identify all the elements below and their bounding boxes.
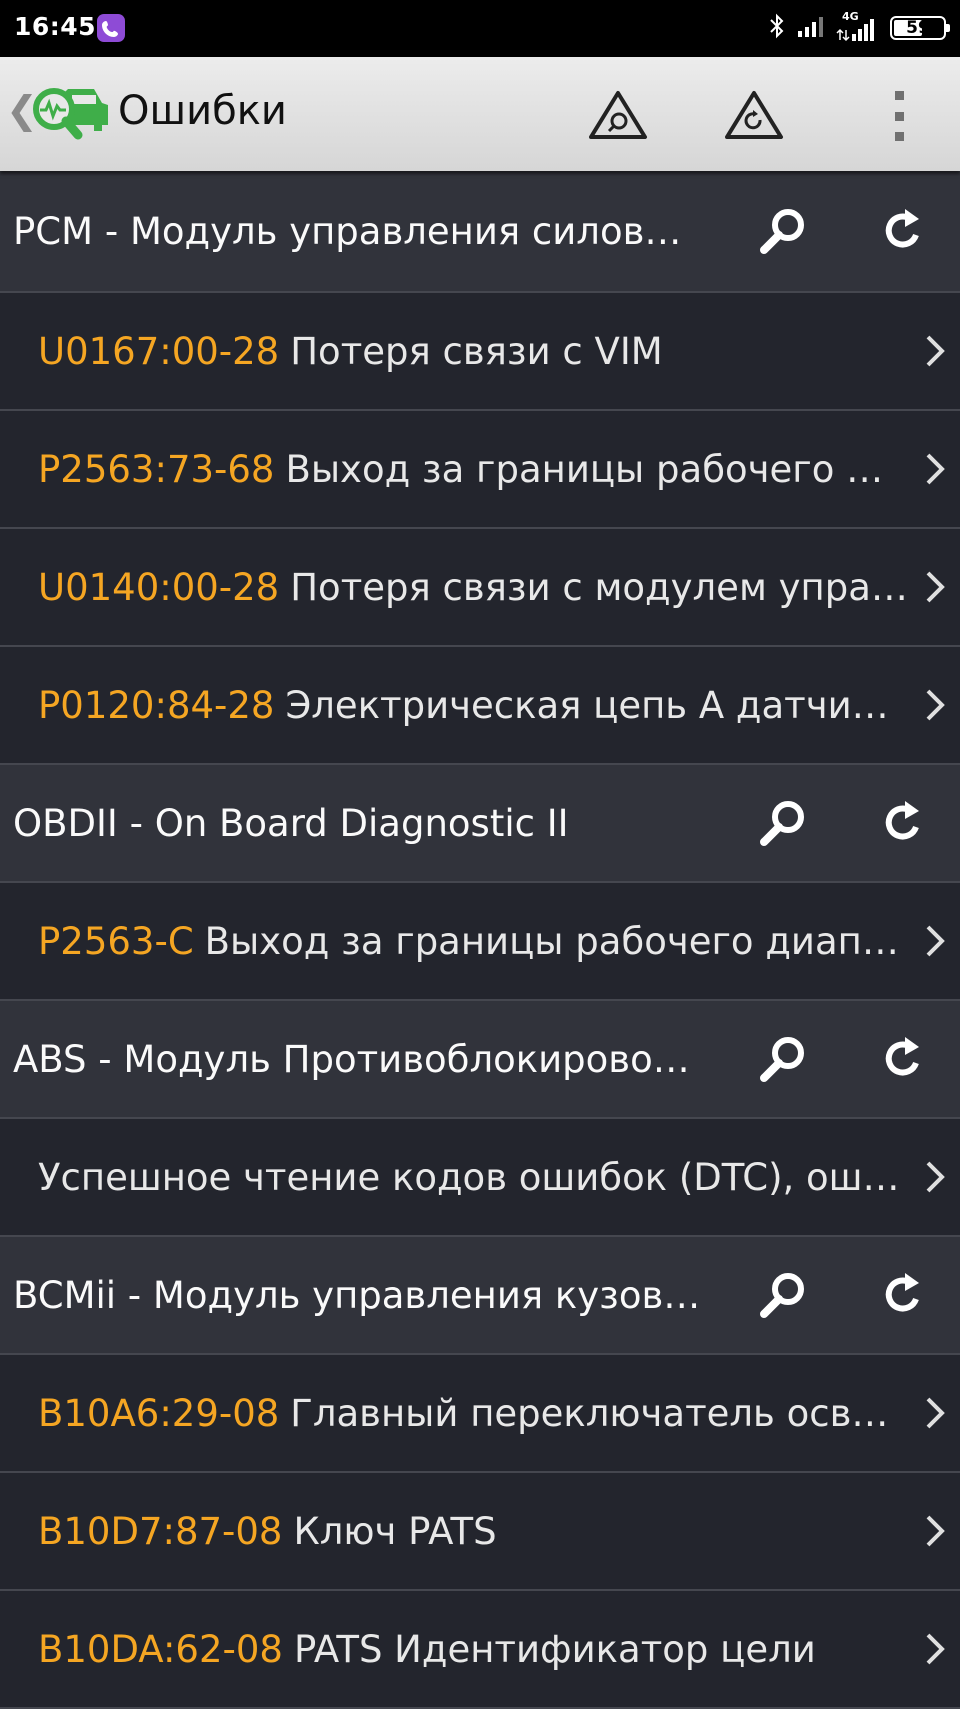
dtc-code: B10DA:62-08 [38, 1627, 283, 1671]
module-refresh-icon[interactable] [873, 793, 933, 853]
dtc-code: U0140:00-28 [38, 565, 280, 609]
dtc-description: Электрическая цепь А датчика положения [285, 683, 908, 727]
dtc-description: Ключ PATS [293, 1509, 497, 1553]
dtc-row[interactable]: P2563:73-68Выход за границы рабочего диа… [0, 411, 960, 529]
module-search-icon[interactable] [754, 201, 814, 261]
chevron-right-icon [922, 449, 948, 489]
dtc-code: P2563:73-68 [38, 447, 275, 491]
module-header[interactable]: ABS - Модуль Противоблокировочной систем… [0, 1001, 960, 1119]
dtc-row[interactable]: U0140:00-28Потеря связи с модулем управл… [0, 529, 960, 647]
dtc-row[interactable]: B10D7:87-08 Ключ PATS [0, 1473, 960, 1591]
chevron-right-icon [922, 567, 948, 607]
battery-icon: 59 [890, 16, 950, 40]
dtc-row[interactable]: P2563-C Выход за границы рабочего диапазо… [0, 883, 960, 1001]
status-bar: 16:45 4G 59 [0, 0, 960, 57]
dtc-label: B10DA:62-08 PATS Идентификатор цели [38, 1628, 908, 1671]
dtc-row[interactable]: B10A6:29-08Главный переключатель освещен… [0, 1355, 960, 1473]
module-name: PCM - Модуль управления силовым агрегато… [13, 209, 703, 253]
dtc-code: B10A6:29-08 [38, 1391, 280, 1435]
chevron-right-icon [922, 1629, 948, 1669]
dtc-row[interactable]: P0120:84-28 Электрическая цепь А датчика … [0, 647, 960, 765]
more-options-icon[interactable] [892, 91, 906, 141]
chevron-right-icon [922, 921, 948, 961]
bluetooth-icon [768, 12, 786, 44]
dtc-row[interactable]: Успешное чтение кодов ошибок (DTC), ошиб… [0, 1119, 960, 1237]
dtc-label: P0120:84-28 Электрическая цепь А датчика … [38, 684, 908, 727]
module-name: BCMii - Модуль управления кузовом [13, 1273, 703, 1317]
dtc-code: P0120:84-28 [38, 683, 275, 727]
dtc-label: B10A6:29-08Главный переключатель освещен… [38, 1392, 908, 1435]
dtc-description: Потеря связи с модулем управления кузово… [290, 565, 908, 609]
dtc-code: U0167:00-28 [38, 329, 280, 373]
dtc-label: U0167:00-28 Потеря связи с VIM [38, 330, 908, 373]
dtc-label: P2563-C Выход за границы рабочего диапазо… [38, 920, 908, 963]
battery-percent: 59 [906, 18, 930, 38]
chevron-right-icon [922, 685, 948, 725]
dtc-description: Выход за границы рабочего диапазона [204, 919, 908, 963]
app-bar: ❮ Ошибки [0, 57, 960, 171]
dtc-code: P2563-C [38, 919, 194, 963]
dtc-description: Потеря связи с VIM [290, 329, 663, 373]
dtc-row[interactable]: B10DA:62-08 PATS Идентификатор цели [0, 1591, 960, 1709]
error-list: PCM - Модуль управления силовым агрегато… [0, 171, 960, 1709]
module-refresh-icon[interactable] [873, 1265, 933, 1325]
module-search-icon[interactable] [754, 1029, 814, 1089]
chevron-right-icon [922, 1157, 948, 1197]
dtc-label: Успешное чтение кодов ошибок (DTC), ошиб… [38, 1156, 908, 1199]
chevron-right-icon [922, 1393, 948, 1433]
signal-icon [796, 14, 826, 42]
dtc-code: B10D7:87-08 [38, 1509, 283, 1553]
warning-refresh-icon[interactable] [724, 89, 784, 141]
module-name: OBDII - On Board Diagnostic II [13, 801, 569, 845]
dtc-row[interactable]: U0167:00-28 Потеря связи с VIM [0, 293, 960, 411]
dtc-description: Главный переключатель освещения [290, 1391, 908, 1435]
dtc-label: P2563:73-68Выход за границы рабочего диа… [38, 448, 908, 491]
viber-notification-icon [97, 14, 125, 42]
dtc-label: U0140:00-28Потеря связи с модулем управл… [38, 566, 908, 609]
module-search-icon[interactable] [754, 793, 814, 853]
dtc-description: Успешное чтение кодов ошибок (DTC), ошиб… [38, 1155, 908, 1199]
dtc-label: B10D7:87-08 Ключ PATS [38, 1510, 908, 1553]
module-refresh-icon[interactable] [873, 1029, 933, 1089]
page-title: Ошибки [118, 88, 287, 134]
module-name: ABS - Модуль Противоблокировочной систем… [13, 1037, 703, 1081]
chevron-right-icon [922, 1511, 948, 1551]
car-diagnostic-logo[interactable] [28, 85, 110, 145]
dtc-description: Выход за границы рабочего диапазона [285, 447, 908, 491]
status-time: 16:45 [14, 12, 97, 41]
signal-4g-icon: 4G [836, 10, 880, 43]
module-header[interactable]: PCM - Модуль управления силовым агрегато… [0, 171, 960, 293]
chevron-right-icon [922, 331, 948, 371]
module-search-icon[interactable] [754, 1265, 814, 1325]
warning-search-icon[interactable] [588, 89, 648, 141]
dtc-description: PATS Идентификатор цели [293, 1627, 816, 1671]
module-header[interactable]: BCMii - Модуль управления кузовом [0, 1237, 960, 1355]
module-refresh-icon[interactable] [873, 201, 933, 261]
module-header[interactable]: OBDII - On Board Diagnostic II [0, 765, 960, 883]
